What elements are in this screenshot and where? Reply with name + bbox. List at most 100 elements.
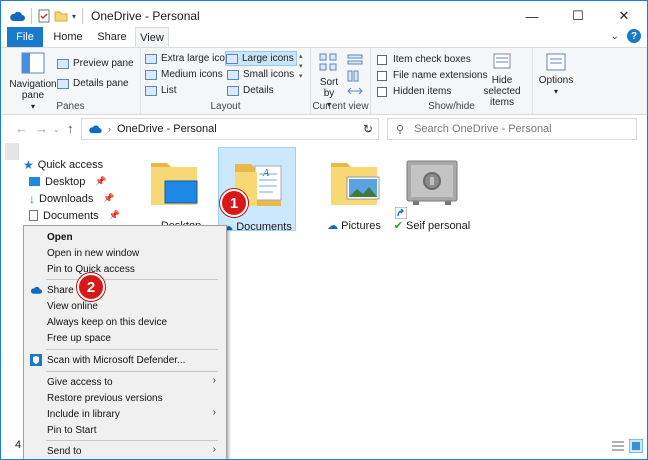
new-folder-icon[interactable] (54, 10, 68, 22)
menu-item-include-library[interactable]: Include in library › (24, 406, 226, 422)
folder-pictures[interactable]: ☁ Pictures (315, 147, 393, 232)
large-icons-option[interactable]: Large icons (225, 51, 297, 66)
hide-selected-items-button[interactable]: Hide selected items (475, 52, 529, 108)
annotation-badge-1: 1 (220, 189, 248, 217)
submenu-arrow-icon: › (212, 444, 216, 455)
explorer-window: ▾ OneDrive - Personal — ☐ ✕ File Home Sh… (0, 0, 648, 460)
navigation-bar: ← → ⌄ ↑ › OneDrive - Personal ⌄ ↻ ⚲ Sear… (1, 115, 647, 143)
panes-group: Navigation pane ▾ Preview pane Details p… (1, 48, 141, 114)
details-pane-icon (57, 78, 69, 89)
item-count: 4 (15, 439, 22, 451)
address-bar[interactable]: › OneDrive - Personal ⌄ (81, 118, 379, 140)
shortcut-arrow-icon (395, 207, 407, 219)
layout-scroll[interactable]: ▴ ▾ ▾ (299, 52, 303, 82)
menu-item-always-keep[interactable]: Always keep on this device (24, 314, 226, 330)
pin-icon[interactable]: 📌 (103, 193, 114, 204)
menu-item-give-access[interactable]: Give access to › (24, 374, 226, 390)
menu-separator (46, 371, 218, 372)
preview-pane-icon (57, 58, 69, 69)
preview-pane-button[interactable]: Preview pane (57, 56, 134, 71)
menu-item-send-to[interactable]: Send to › (24, 443, 226, 459)
large-icons-icon (226, 53, 238, 64)
small-icons-option[interactable]: Small icons (227, 67, 294, 82)
window-title: OneDrive - Personal (91, 9, 200, 23)
nav-downloads[interactable]: ↓ Downloads 📌 (29, 190, 115, 207)
nav-documents[interactable]: Documents 📌 (29, 207, 120, 224)
add-columns-icon[interactable] (347, 70, 363, 82)
menu-item-open-new-window[interactable]: Open in new window (24, 245, 226, 261)
details-pane-button[interactable]: Details pane (57, 76, 129, 91)
options-button[interactable]: Options ▾ (537, 52, 575, 97)
menu-item-pin-start[interactable]: Pin to Start (24, 422, 226, 438)
list-option[interactable]: List (145, 83, 177, 98)
ribbon-tabs: File Home Share View ⌄ ? (1, 27, 647, 48)
details-option[interactable]: Details (227, 83, 274, 98)
help-icon[interactable]: ? (627, 29, 641, 43)
quick-access-toolbar: ▾ (1, 8, 85, 24)
nav-selection-highlight (5, 143, 19, 160)
item-check-boxes-toggle[interactable]: Item check boxes (377, 52, 471, 67)
pin-icon[interactable]: 📌 (109, 210, 120, 221)
search-box[interactable]: ⚲ Search OneDrive - Personal (387, 118, 637, 140)
menu-item-scan-defender[interactable]: Scan with Microsoft Defender... (24, 352, 226, 368)
menu-item-free-up-space[interactable]: Free up space (24, 330, 226, 346)
search-input[interactable]: Search OneDrive - Personal (414, 123, 552, 135)
personal-vault[interactable]: ✔ Seif personal (393, 147, 471, 232)
medium-icons-icon (145, 69, 157, 80)
small-icons-icon (227, 69, 239, 80)
folder-desktop[interactable]: ☁ Desktop (135, 147, 213, 232)
vault-icon (406, 160, 458, 205)
menu-item-share[interactable]: Share (24, 282, 226, 298)
customize-toolbar-icon[interactable]: ▾ (72, 12, 76, 21)
menu-item-open[interactable]: Open (24, 229, 226, 245)
tab-home[interactable]: Home (47, 27, 89, 47)
properties-icon[interactable] (38, 9, 50, 23)
refresh-icon[interactable]: ↻ (357, 118, 379, 140)
menu-item-pin-quick-access[interactable]: Pin to Quick access (24, 261, 226, 277)
navigation-pane-icon (21, 52, 45, 74)
ribbon: Navigation pane ▾ Preview pane Details p… (1, 47, 647, 115)
nav-desktop[interactable]: Desktop 📌 (29, 173, 107, 190)
star-icon: ★ (23, 157, 34, 172)
tab-share[interactable]: Share (93, 27, 131, 47)
svg-text:A: A (262, 168, 270, 179)
collapse-ribbon-icon[interactable]: ⌄ (611, 31, 619, 42)
desktop-folder-icon (151, 163, 198, 205)
onedrive-cloud-icon (30, 286, 42, 294)
panes-group-label: Panes (56, 101, 85, 112)
details-view-icon[interactable] (611, 440, 625, 452)
forward-arrow-icon[interactable]: → (35, 121, 48, 136)
sort-icon (319, 53, 337, 71)
file-name-extensions-toggle[interactable]: File name extensions (377, 68, 488, 83)
layout-group: Extra large icons Large icons Medium ico… (141, 48, 311, 114)
medium-icons-option[interactable]: Medium icons (145, 67, 223, 82)
tab-file[interactable]: File (7, 27, 43, 47)
options-icon (546, 53, 566, 71)
pin-icon[interactable]: 📌 (95, 176, 106, 187)
menu-separator (46, 279, 218, 280)
hidden-items-toggle[interactable]: Hidden items (377, 84, 451, 99)
nav-quick-access[interactable]: ★ Quick access (23, 156, 103, 173)
group-by-icon[interactable] (347, 54, 363, 66)
onedrive-cloud-icon (10, 11, 25, 21)
options-group: Options ▾ (533, 48, 579, 114)
back-arrow-icon[interactable]: ← (15, 121, 28, 136)
menu-item-view-online[interactable]: View online (24, 298, 226, 314)
extra-large-icons-option[interactable]: Extra large icons (145, 51, 235, 66)
menu-separator (46, 440, 218, 441)
large-icons-view-icon[interactable] (629, 439, 643, 453)
size-columns-icon[interactable] (347, 86, 363, 96)
hidden-items-checkbox[interactable] (377, 86, 387, 97)
up-arrow-icon[interactable]: ↑ (67, 121, 74, 136)
list-icon (145, 85, 157, 96)
tab-view[interactable]: View (135, 27, 169, 48)
annotation-badge-2: 2 (77, 273, 105, 301)
defender-shield-icon (30, 354, 42, 366)
recent-locations-icon[interactable]: ⌄ (53, 125, 60, 134)
item-check-boxes-checkbox[interactable] (377, 54, 387, 65)
layout-group-label: Layout (210, 101, 241, 112)
file-name-extensions-checkbox[interactable] (377, 70, 387, 81)
address-path: OneDrive - Personal (117, 123, 217, 135)
menu-item-restore-versions[interactable]: Restore previous versions (24, 390, 226, 406)
synced-status-icon: ✔ (393, 220, 403, 232)
